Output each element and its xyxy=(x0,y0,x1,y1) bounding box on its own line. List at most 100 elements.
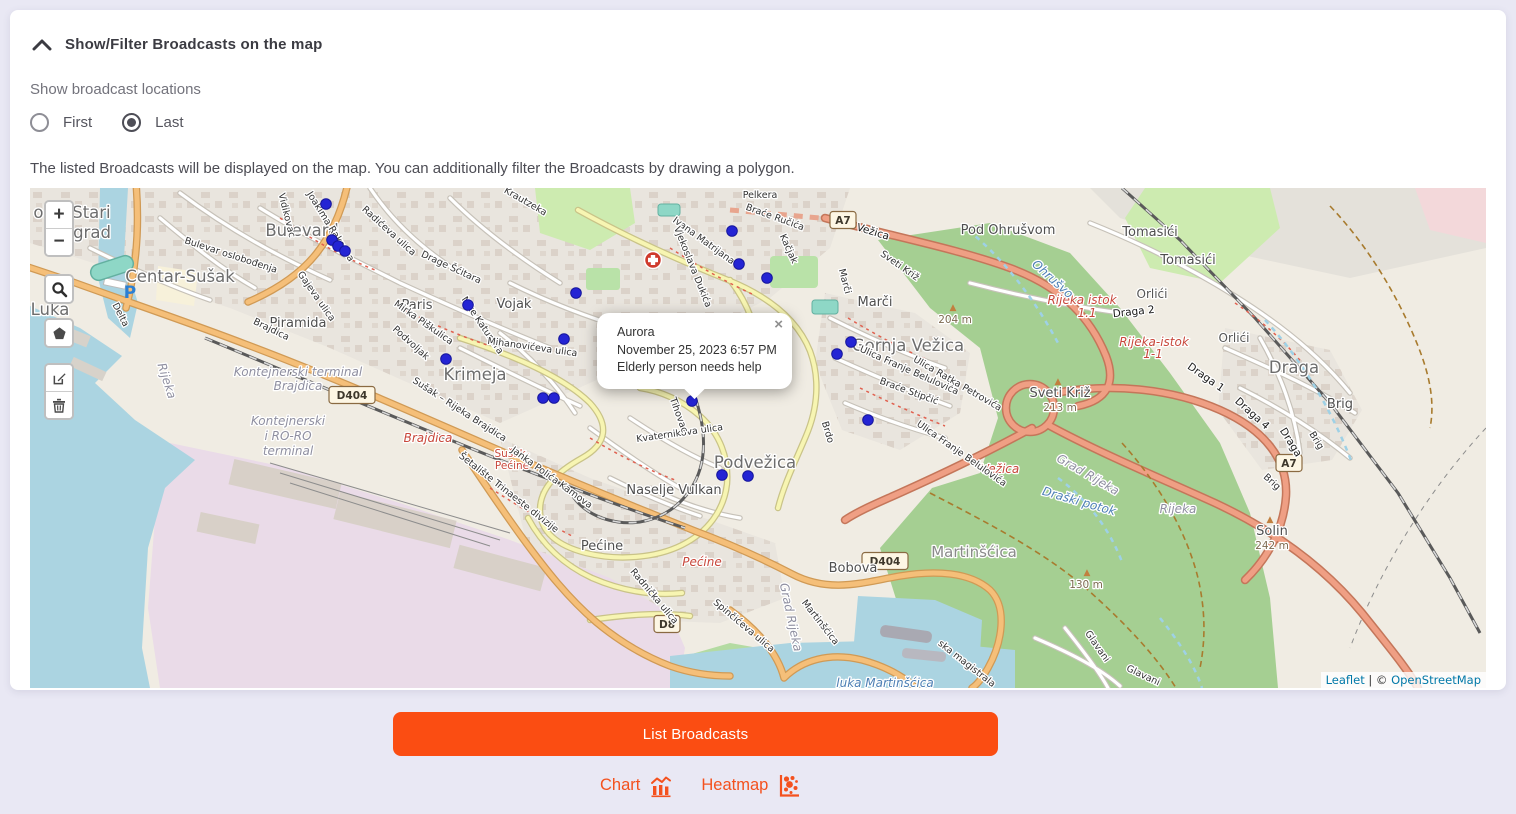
map-label: Sveti Križ xyxy=(1029,386,1090,401)
delete-layers-button[interactable] xyxy=(46,392,72,418)
road-shield-a7: A7 xyxy=(830,212,856,229)
broadcast-marker[interactable] xyxy=(571,288,582,299)
zoom-control-group: + − xyxy=(44,200,74,257)
chart-link[interactable]: Chart xyxy=(600,774,673,798)
map-canvas: A7A7D404D404D8 oljić-StarigradCentar-Suš… xyxy=(30,188,1486,688)
map-label: Pećine xyxy=(682,555,722,569)
radio-first-label: First xyxy=(63,114,92,131)
openstreetmap-link[interactable]: OpenStreetMap xyxy=(1391,673,1481,687)
map-label: Tomasići xyxy=(1159,253,1215,268)
leaflet-link[interactable]: Leaflet xyxy=(1326,673,1365,687)
radio-last[interactable]: Last xyxy=(122,113,183,132)
map-label: Krimeja xyxy=(443,365,506,384)
svg-text:A7: A7 xyxy=(1281,458,1296,470)
bottom-actions: List Broadcasts Chart Heatmap xyxy=(0,690,1516,814)
map-label: Brajdica xyxy=(274,379,323,393)
view-links: Chart Heatmap xyxy=(600,773,801,798)
broadcast-marker[interactable] xyxy=(762,273,773,284)
zoom-out-button[interactable]: − xyxy=(46,229,72,255)
map-label: Orlići xyxy=(1137,287,1168,301)
map-label: 213 m xyxy=(1043,402,1077,414)
map-label: Martinšćica xyxy=(931,543,1017,561)
broadcast-marker[interactable] xyxy=(832,349,843,360)
broadcast-marker[interactable] xyxy=(727,226,738,237)
map-label: Bobova xyxy=(829,561,878,576)
radio-first[interactable]: First xyxy=(30,113,92,132)
broadcasts-map[interactable]: A7A7D404D404D8 oljić-StarigradCentar-Suš… xyxy=(30,188,1486,688)
map-label: Centar-Sušak xyxy=(125,267,235,286)
broadcast-marker[interactable] xyxy=(549,393,560,404)
edit-icon xyxy=(52,371,67,386)
search-button[interactable] xyxy=(46,276,72,302)
radio-last-control[interactable] xyxy=(122,113,141,132)
map-label: Tomasići xyxy=(1121,225,1177,240)
list-broadcasts-button[interactable]: List Broadcasts xyxy=(393,712,998,756)
map-label: Rijeka istok xyxy=(1047,293,1117,307)
broadcast-marker[interactable] xyxy=(863,415,874,426)
map-attribution: Leaflet | © OpenStreetMap xyxy=(1321,672,1486,688)
svg-text:A7: A7 xyxy=(835,215,850,227)
map-label: 1.1 xyxy=(1077,306,1096,320)
map-label: Vojak xyxy=(497,297,532,312)
map-label: Kontejnerski xyxy=(251,414,326,428)
broadcast-marker[interactable] xyxy=(846,337,857,348)
panel-collapse-header[interactable]: Show/Filter Broadcasts on the map xyxy=(30,10,1486,53)
popup-broadcast-datetime: November 25, 2023 6:57 PM xyxy=(617,342,779,360)
show-broadcast-locations-label: Show broadcast locations xyxy=(30,81,1486,98)
map-label: 242 m xyxy=(1255,540,1289,552)
edit-delete-control-group xyxy=(44,363,74,420)
svg-text:D404: D404 xyxy=(337,390,368,402)
chart-link-label: Chart xyxy=(600,776,640,795)
map-label: Pećine xyxy=(581,539,623,554)
heatmap-link[interactable]: Heatmap xyxy=(701,773,801,798)
map-label: Kontejnerski terminal xyxy=(234,365,363,379)
map-label: 130 m xyxy=(1069,579,1103,591)
map-label: i RO-RO xyxy=(264,429,311,443)
broadcast-marker[interactable] xyxy=(321,199,332,210)
map-label: Marči xyxy=(857,295,892,310)
attribution-separator: | © xyxy=(1365,673,1391,687)
bar-chart-icon xyxy=(649,774,673,798)
broadcast-marker[interactable] xyxy=(743,471,754,482)
map-label: Brig xyxy=(1327,397,1353,412)
broadcast-marker[interactable] xyxy=(734,259,745,270)
radio-first-control[interactable] xyxy=(30,113,49,132)
map-label: terminal xyxy=(263,444,314,458)
search-icon xyxy=(51,281,68,298)
map-hint-text: The listed Broadcasts will be displayed … xyxy=(30,160,1486,177)
zoom-in-button[interactable]: + xyxy=(46,202,72,229)
heatmap-link-label: Heatmap xyxy=(701,776,768,795)
broadcast-marker[interactable] xyxy=(559,334,570,345)
chevron-up-icon xyxy=(32,38,52,52)
map-label: P xyxy=(124,283,136,303)
map-label: Pod Ohrušvom xyxy=(961,223,1056,238)
edit-layers-button[interactable] xyxy=(46,365,72,392)
map-label: Solin xyxy=(1256,524,1288,539)
map-label: ▲ xyxy=(1055,377,1062,387)
broadcast-marker[interactable] xyxy=(340,246,351,257)
map-label: Brajdica xyxy=(404,431,453,445)
popup-broadcast-name: Aurora xyxy=(617,324,779,342)
map-label: Draga xyxy=(1269,358,1319,377)
pitch-icon xyxy=(812,300,838,314)
popup-close-icon[interactable]: × xyxy=(774,318,783,332)
map-label: 204 m xyxy=(938,314,972,326)
hospital-icon xyxy=(645,252,662,269)
map-label: 1-1 xyxy=(1143,347,1163,361)
map-label: Rijeka xyxy=(1160,502,1197,516)
panel-title: Show/Filter Broadcasts on the map xyxy=(65,36,322,53)
radio-last-label: Last xyxy=(155,114,183,131)
popup-broadcast-message: Elderly person needs help xyxy=(617,359,779,377)
map-label: Naselje Vulkan xyxy=(626,483,721,498)
broadcast-marker[interactable] xyxy=(538,393,549,404)
map-label: Podvežica xyxy=(714,453,796,472)
filter-broadcasts-panel: Show/Filter Broadcasts on the map Show b… xyxy=(10,10,1506,690)
broadcast-marker[interactable] xyxy=(717,470,728,481)
map-label: luka Martinšćica xyxy=(836,676,933,688)
draw-polygon-button[interactable] xyxy=(46,320,72,346)
heatmap-icon xyxy=(777,773,801,798)
broadcast-marker[interactable] xyxy=(463,300,474,311)
map-label: ▲ xyxy=(950,303,957,313)
road-shield-a7: A7 xyxy=(1276,455,1302,472)
broadcast-marker[interactable] xyxy=(441,354,452,365)
